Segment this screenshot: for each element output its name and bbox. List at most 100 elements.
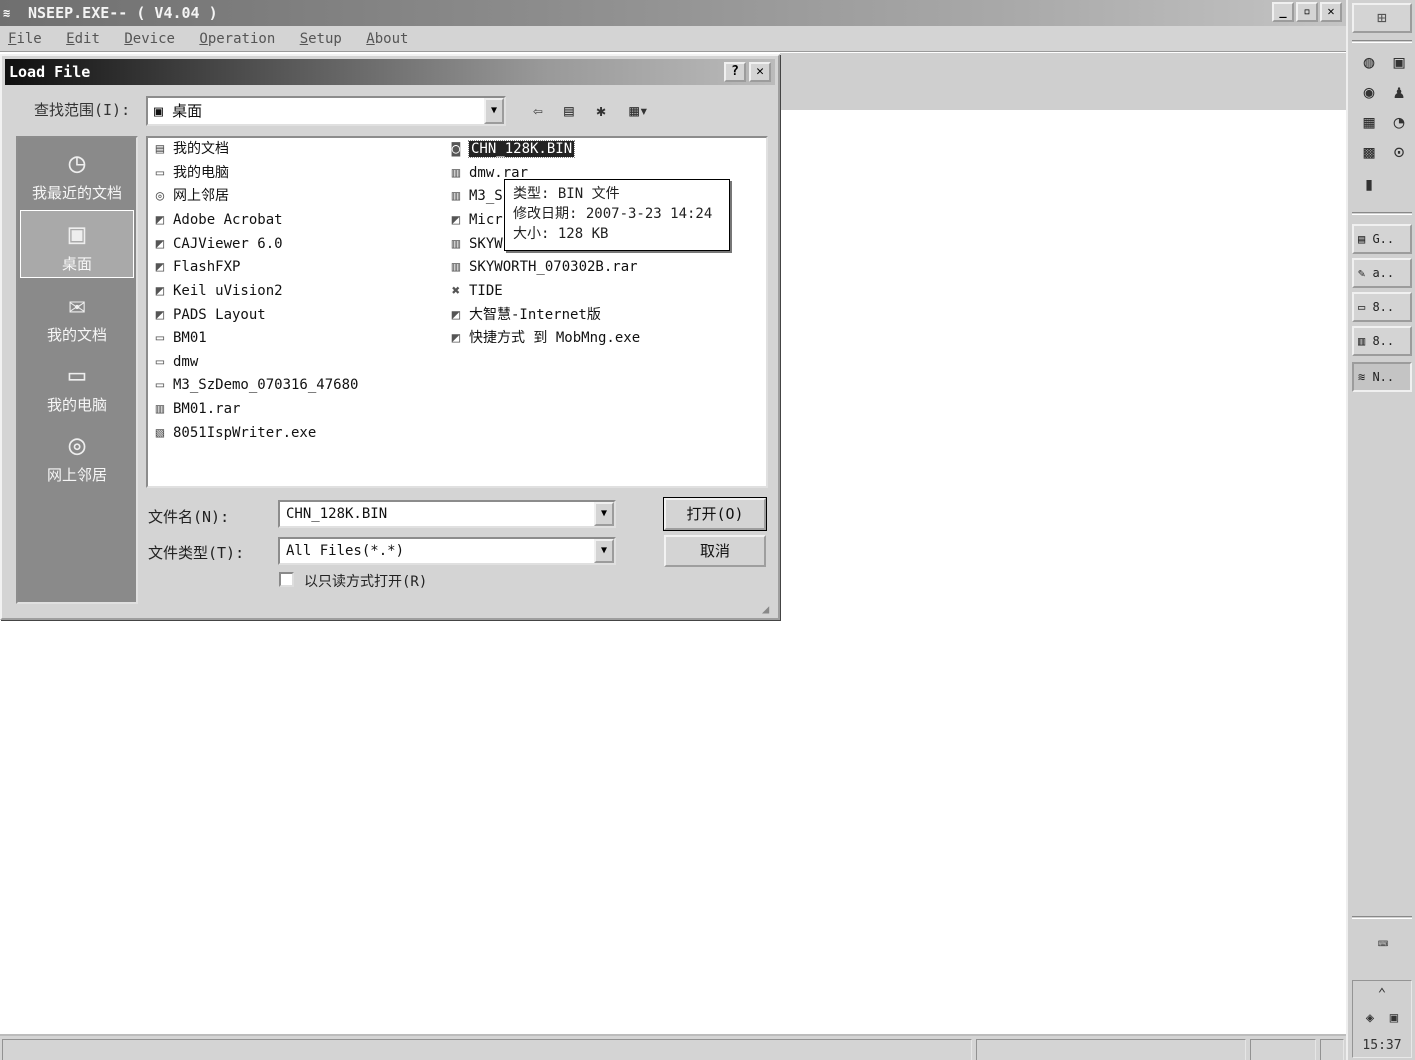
filetype-select[interactable]: All Files(*.*) ▼	[278, 537, 616, 565]
filetype-label: 文件类型(T):	[148, 544, 245, 562]
chevron-down-icon[interactable]: ▼	[594, 539, 614, 563]
volume-icon[interactable]: ◈	[1357, 1005, 1383, 1031]
file-item[interactable]: ▭ M3_SzDemo_070316_47680	[150, 374, 359, 396]
my-computer-icon: ▭	[155, 165, 165, 181]
task-button[interactable]: ▥ 8..	[1352, 326, 1412, 356]
network-icon[interactable]: ▣	[1381, 1005, 1407, 1031]
file-tooltip: 类型: BIN 文件 修改日期: 2007-3-23 14:24 大小: 128…	[504, 179, 730, 251]
file-item[interactable]: ◩ Keil uVision2	[150, 280, 283, 302]
my-documents-icon: ▤	[155, 141, 165, 157]
archive-icon: ▥	[451, 259, 461, 275]
file-item[interactable]: ◩ 快捷方式 到 MobMng.exe	[446, 327, 640, 349]
filename-field[interactable]: CHN_128K.BIN ▼	[278, 500, 616, 528]
archive-icon: ▥	[451, 165, 461, 181]
open-button[interactable]: 打开(O)	[663, 497, 767, 531]
keyboard-icon[interactable]: ⌨	[1370, 932, 1396, 958]
program-icon[interactable]: ▮	[1356, 172, 1382, 198]
readonly-label: 以只读方式打开(R)	[304, 574, 428, 590]
file-item[interactable]: ◩ PADS Layout	[150, 304, 266, 326]
media-player-icon[interactable]: ◉	[1356, 80, 1382, 106]
shortcut-icon: ◩	[155, 236, 165, 252]
menu-device[interactable]: Device	[116, 26, 183, 52]
readonly-checkbox[interactable]	[279, 572, 294, 587]
file-item[interactable]: ◩ CAJViewer 6.0	[150, 233, 283, 255]
file-item[interactable]: ▥ M3_S	[446, 185, 503, 207]
menu-edit[interactable]: Edit	[58, 26, 108, 52]
resize-grip-icon[interactable]: ◢	[762, 602, 776, 616]
back-icon[interactable]: ⇦	[526, 100, 550, 122]
chevron-down-icon[interactable]: ▼	[484, 98, 504, 124]
tooltip-size: 大小: 128 KB	[513, 226, 609, 242]
clock[interactable]: 15:37	[1353, 1038, 1411, 1053]
folder-icon: ▭	[155, 377, 165, 393]
new-folder-icon[interactable]: ✱	[589, 100, 613, 122]
file-item[interactable]: ◎ 网上邻居	[150, 185, 229, 207]
shortcut-icon: ◩	[155, 212, 165, 228]
file-item[interactable]: ▭ 我的电脑	[150, 162, 229, 184]
place-my-documents[interactable]: ✉ 我的文档	[20, 282, 134, 350]
dialog-close-button[interactable]: ✕	[749, 62, 771, 82]
task-button[interactable]: ▤ G..	[1352, 224, 1412, 254]
menu-file[interactable]: File	[0, 26, 50, 52]
restore-button[interactable]: ▫	[1296, 2, 1318, 22]
minimize-button[interactable]: _	[1272, 2, 1294, 22]
executable-icon: ▧	[155, 425, 165, 441]
place-my-computer[interactable]: ▭ 我的电脑	[20, 352, 134, 420]
help-button[interactable]: ?	[724, 62, 746, 82]
look-in-select[interactable]: ▣ 桌面 ▼	[146, 96, 506, 126]
place-desktop[interactable]: ▣ 桌面	[20, 210, 134, 278]
file-item[interactable]: ✖ TIDE	[446, 280, 503, 302]
up-folder-icon[interactable]: ▤	[557, 100, 581, 122]
file-item[interactable]: ▤ 我的文档	[150, 138, 229, 160]
file-item[interactable]: ◩ 大智慧-Internet版	[446, 304, 601, 326]
messenger-icon[interactable]: ♟	[1386, 80, 1412, 106]
archive-icon: ▥	[451, 236, 461, 252]
close-button[interactable]: ✕	[1320, 2, 1342, 22]
internet-explorer-icon[interactable]: ◍	[1356, 50, 1382, 76]
task-button-active[interactable]: ≋ N..	[1352, 362, 1412, 392]
dialog-title: Load File	[9, 63, 91, 81]
window-icon: ▤	[1358, 232, 1373, 246]
menu-about[interactable]: About	[358, 26, 416, 52]
cancel-button[interactable]: 取消	[664, 535, 766, 567]
bin-file-icon: ◙	[451, 141, 461, 157]
status-panel-2	[976, 1039, 1246, 1060]
file-item[interactable]: ▥ SKYWORTH_070302B.rar	[446, 256, 638, 278]
tooltip-modified: 修改日期: 2007-3-23 14:24	[513, 206, 713, 222]
my-documents-icon: ✉	[68, 288, 86, 321]
file-item[interactable]: ▭ BM01	[150, 327, 207, 349]
keil-icon[interactable]: ▩	[1356, 140, 1382, 166]
expand-tray-icon[interactable]: ⌃	[1369, 981, 1395, 1007]
file-item[interactable]: ▭ dmw	[150, 351, 199, 373]
system-tray: ⌃ ◈ ▣ 15:37	[1352, 980, 1412, 1058]
file-item[interactable]: ◩ Micr	[446, 209, 503, 231]
archive-icon: ▥	[155, 401, 165, 417]
app-title-bar[interactable]: ≋ NSEEP.EXE-- ( V4.04 ) _ ▫ ✕	[0, 0, 1346, 26]
chevron-down-icon[interactable]: ▼	[594, 502, 614, 526]
folder-icon: ▭	[155, 330, 165, 346]
file-item[interactable]: ▥ BM01.rar	[150, 398, 241, 420]
tv-icon[interactable]: ▦	[1356, 110, 1382, 136]
place-recent[interactable]: ◷ 我最近的文档	[20, 140, 134, 208]
menu-setup[interactable]: Setup	[292, 26, 350, 52]
play-circle-icon[interactable]: ⊙	[1386, 140, 1412, 166]
dialog-title-bar[interactable]: Load File ? ✕	[5, 59, 775, 85]
file-item[interactable]: ▥ SKYW	[446, 233, 503, 255]
show-desktop-icon[interactable]: ▣	[1386, 50, 1412, 76]
file-item[interactable]: ◩ FlashFXP	[150, 256, 241, 278]
gauge-icon[interactable]: ◔	[1386, 110, 1412, 136]
file-item-selected[interactable]: ◙ CHN_128K.BIN	[446, 138, 576, 160]
menu-operation[interactable]: Operation	[191, 26, 283, 52]
tide-icon: ✖	[451, 283, 461, 299]
window-controls: _ ▫ ✕	[1272, 2, 1342, 22]
start-button[interactable]: ⊞	[1352, 3, 1412, 33]
shortcut-icon: ◩	[155, 259, 165, 275]
place-network[interactable]: ◎ 网上邻居	[20, 422, 134, 490]
file-item[interactable]: ▧ 8051IspWriter.exe	[150, 422, 317, 444]
desktop-icon: ▣	[154, 102, 173, 120]
view-menu-icon[interactable]: ▦▾	[622, 100, 656, 122]
task-button[interactable]: ✎ a..	[1352, 258, 1412, 288]
task-button[interactable]: ▭ 8..	[1352, 292, 1412, 322]
taskbar-separator	[1352, 40, 1412, 43]
file-item[interactable]: ◩ Adobe Acrobat	[150, 209, 283, 231]
